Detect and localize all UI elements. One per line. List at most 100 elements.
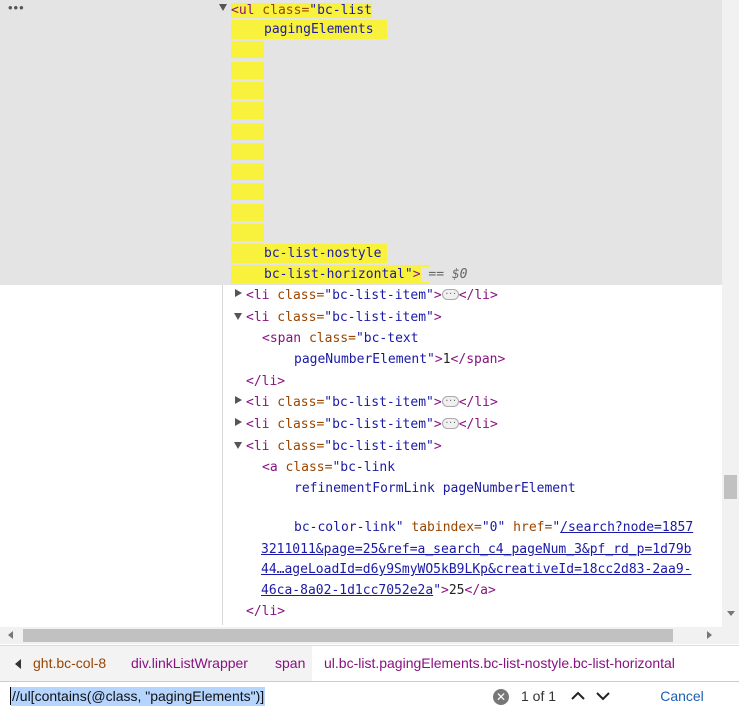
tag-name: <li bbox=[246, 288, 270, 303]
attr-value: bc-color-link" bbox=[294, 520, 404, 535]
highlight-block bbox=[231, 204, 264, 221]
vertical-scrollbar[interactable] bbox=[722, 0, 739, 627]
breadcrumb-item[interactable]: ght.bc-col-8 bbox=[33, 655, 106, 671]
highlight-block bbox=[231, 123, 264, 140]
highlight-block bbox=[231, 143, 264, 160]
tag-close: > bbox=[433, 310, 442, 325]
li-node[interactable]: <li class="bc-list-item"> ··· </li> bbox=[246, 414, 498, 435]
href-line[interactable]: 46ca-8a02-1d1cc7052e2a">25</a> bbox=[261, 580, 496, 601]
li-node[interactable]: <li class="bc-list-item"> bbox=[246, 436, 442, 457]
expand-toggle-icon[interactable] bbox=[235, 396, 242, 404]
attr-name: tabindex= bbox=[403, 520, 482, 535]
li-close: </li> bbox=[246, 371, 285, 392]
anchor-class-cont: refinementFormLink pageNumberElement bbox=[294, 478, 576, 499]
tag-close: > bbox=[434, 352, 443, 367]
expand-toggle-icon[interactable] bbox=[219, 4, 227, 11]
ul-open-line[interactable]: <ul class="bc-list bbox=[231, 0, 372, 21]
span-node-cont: pageNumberElement">1</span> bbox=[294, 349, 505, 370]
scroll-down-arrow-icon[interactable] bbox=[727, 611, 735, 616]
previous-match-button[interactable] bbox=[567, 685, 589, 707]
attr-name: class= bbox=[254, 3, 310, 18]
class-value-line: pagingElements bbox=[264, 19, 374, 40]
li-node[interactable]: <li class="bc-list-item"> ··· </li> bbox=[246, 392, 498, 413]
tag-name: <ul bbox=[231, 3, 255, 18]
href-link[interactable]: 46ca-8a02-1d1cc7052e2a bbox=[261, 583, 433, 598]
attr-name: class= bbox=[277, 460, 333, 475]
collapsed-content-icon[interactable]: ··· bbox=[441, 418, 459, 429]
tag-name: <li bbox=[246, 310, 270, 325]
attr-value: pagingElements bbox=[264, 22, 374, 37]
tag-name: <li bbox=[246, 439, 270, 454]
attr-value: "bc-list-item" bbox=[324, 439, 434, 454]
tag-name: <span bbox=[262, 331, 302, 346]
selected-node-marker: == $0 bbox=[420, 267, 468, 282]
attr-value: "bc-list-item" bbox=[324, 288, 434, 303]
tag-name: <li bbox=[246, 417, 270, 432]
text-node: 1 bbox=[442, 352, 451, 367]
tag-name: <li bbox=[246, 395, 270, 410]
more-options-icon[interactable]: ••• bbox=[8, 0, 25, 15]
cancel-button[interactable]: Cancel bbox=[632, 685, 732, 707]
expand-toggle-icon[interactable] bbox=[235, 418, 242, 426]
tree-gutter-line bbox=[222, 285, 223, 625]
span-node[interactable]: <span class="bc-text bbox=[262, 328, 419, 349]
tag-end: </span> bbox=[450, 352, 506, 367]
expand-toggle-icon[interactable] bbox=[234, 442, 242, 449]
breadcrumb-item-selected[interactable]: ul.bc-list.pagingElements.bc-list-nostyl… bbox=[324, 655, 675, 671]
breadcrumb: ght.bc-col-8 div.linkListWrapper span ul… bbox=[0, 645, 739, 681]
tag-name: <a bbox=[262, 460, 278, 475]
horizontal-scroll-thumb[interactable] bbox=[23, 629, 673, 642]
tag-end: </li> bbox=[458, 288, 498, 303]
class-value-line: bc-list-nostyle bbox=[264, 243, 381, 264]
tag-end: </li> bbox=[458, 395, 498, 410]
scroll-right-arrow-icon[interactable] bbox=[707, 631, 712, 639]
attr-value: "bc-link bbox=[332, 460, 396, 475]
anchor-node[interactable]: <a class="bc-link bbox=[262, 457, 395, 478]
li-close: </li> bbox=[246, 601, 285, 622]
attr-value: refinementFormLink pageNumberElement bbox=[294, 481, 576, 496]
tag-close: > bbox=[433, 417, 442, 432]
attr-value: "bc-list-item" bbox=[324, 417, 434, 432]
expand-toggle-icon[interactable] bbox=[234, 313, 242, 320]
next-match-button[interactable] bbox=[592, 685, 614, 707]
breadcrumb-item[interactable]: div.linkListWrapper bbox=[131, 655, 248, 671]
attr-value: bc-list-horizontal" bbox=[264, 267, 413, 282]
highlight-block bbox=[231, 224, 264, 241]
breadcrumb-scroll-left-icon[interactable] bbox=[15, 659, 21, 669]
highlight-block bbox=[231, 41, 264, 58]
href-line[interactable]: 44…ageLoadId=d6y9SmyWO5kB9LKp&creativeId… bbox=[261, 559, 691, 580]
anchor-attrs-line: bc-color-link" tabindex="0" href="/searc… bbox=[294, 517, 693, 538]
attr-value: "bc-list-item" bbox=[324, 310, 434, 325]
collapsed-content-icon[interactable]: ··· bbox=[441, 289, 459, 300]
tag-close: > bbox=[412, 267, 421, 282]
tag-close: > bbox=[433, 288, 442, 303]
attr-name: class= bbox=[269, 310, 325, 325]
chevron-down-icon bbox=[596, 692, 610, 701]
tag-end: </li> bbox=[246, 604, 286, 619]
href-line[interactable]: 3211011&page=25&ref=a_search_c4_pageNum_… bbox=[261, 539, 691, 560]
expand-toggle-icon[interactable] bbox=[235, 289, 242, 297]
attr-name: class= bbox=[269, 395, 325, 410]
attr-value: bc-list-nostyle bbox=[264, 246, 382, 261]
chevron-up-icon bbox=[571, 691, 585, 700]
attr-name: class= bbox=[269, 288, 325, 303]
collapsed-content-icon[interactable]: ··· bbox=[441, 396, 459, 407]
vertical-scroll-thumb[interactable] bbox=[724, 475, 737, 499]
href-link[interactable]: 44…ageLoadId=d6y9SmyWO5kB9LKp&creativeId… bbox=[261, 562, 691, 577]
attr-value: pageNumberElement" bbox=[294, 352, 435, 367]
tag-end: </li> bbox=[458, 417, 498, 432]
attr-name: class= bbox=[301, 331, 356, 346]
breadcrumb-item[interactable]: span bbox=[275, 655, 305, 671]
href-link[interactable]: /search?node=1857 bbox=[560, 520, 693, 535]
li-node[interactable]: <li class="bc-list-item"> bbox=[246, 307, 442, 328]
text-node: 25 bbox=[448, 583, 465, 598]
attr-value: " bbox=[433, 583, 442, 598]
tag-end: </li> bbox=[246, 374, 286, 389]
scroll-left-arrow-icon[interactable] bbox=[8, 631, 13, 639]
search-input[interactable]: //ul[contains(@class, "pagingElements")] bbox=[11, 687, 266, 706]
match-count: 1 of 1 bbox=[521, 688, 557, 704]
highlight-block bbox=[231, 163, 264, 180]
li-node[interactable]: <li class="bc-list-item"> ··· </li> bbox=[246, 285, 498, 306]
clear-search-icon[interactable]: ✕ bbox=[493, 689, 509, 705]
href-link[interactable]: 3211011&page=25&ref=a_search_c4_pageNum_… bbox=[261, 542, 691, 557]
